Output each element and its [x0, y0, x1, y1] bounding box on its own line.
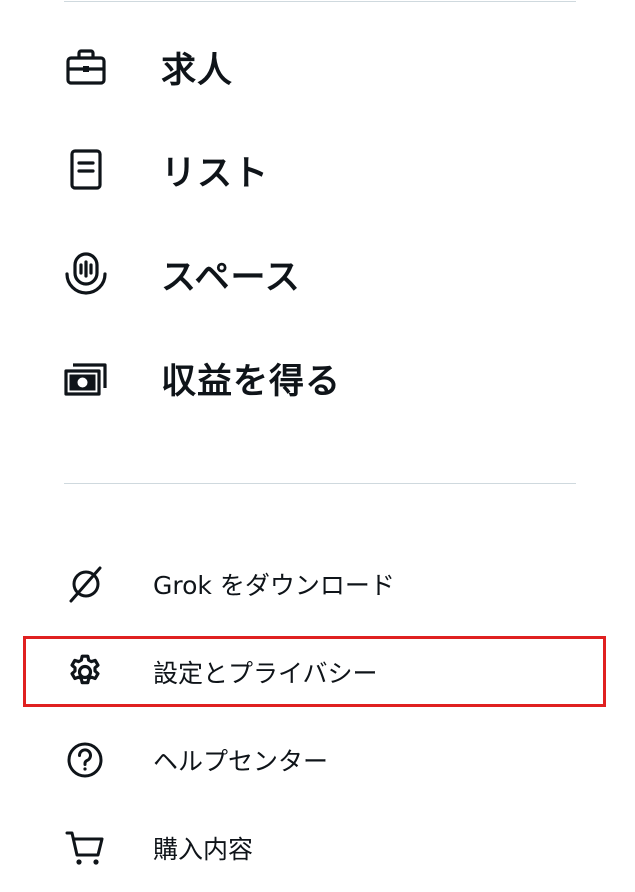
grok-icon	[60, 559, 110, 609]
menu-label-monetization: 収益を得る	[161, 361, 342, 402]
help-icon	[60, 735, 110, 785]
menu-label-help-center: ヘルプセンター	[153, 747, 329, 776]
menu-label-spaces: スペース	[161, 257, 301, 298]
menu-label-purchases: 購入内容	[153, 835, 254, 864]
menu-item-grok-download[interactable]: Grok をダウンロード	[60, 559, 580, 609]
menu-label-lists: リスト	[161, 153, 270, 194]
menu-item-help-center[interactable]: ヘルプセンター	[60, 735, 580, 785]
menu-item-jobs[interactable]: 求人	[60, 37, 580, 97]
list-icon	[60, 144, 112, 196]
menu-item-purchases[interactable]: 購入内容	[60, 823, 580, 873]
menu-item-lists[interactable]: リスト	[60, 140, 580, 200]
spaces-icon	[60, 248, 112, 300]
briefcase-icon	[60, 41, 112, 93]
menu-item-settings-privacy[interactable]: 設定とプライバシー	[60, 647, 580, 697]
money-icon	[60, 352, 112, 404]
menu-item-spaces[interactable]: スペース	[60, 244, 580, 304]
menu-label-grok-download: Grok をダウンロード	[153, 571, 395, 600]
cart-icon	[60, 823, 110, 873]
gear-icon	[60, 647, 110, 697]
divider-top	[64, 1, 576, 2]
divider-middle	[64, 483, 576, 484]
menu-item-monetization[interactable]: 収益を得る	[60, 348, 580, 408]
menu-label-jobs: 求人	[161, 50, 234, 91]
menu-label-settings-privacy: 設定とプライバシー	[153, 659, 378, 688]
